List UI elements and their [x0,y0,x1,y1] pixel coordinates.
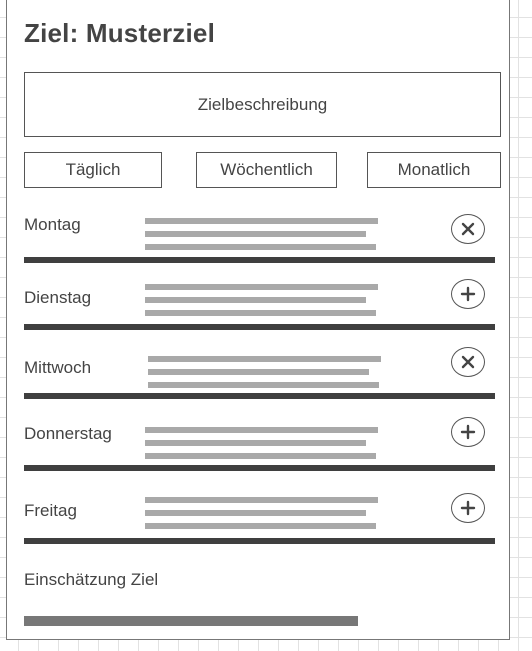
add-button[interactable] [451,417,485,447]
plus-icon [460,424,476,440]
goal-description-label: Zielbeschreibung [197,94,328,114]
day-label: Dienstag [24,288,92,307]
daily-button[interactable]: Täglich [24,152,162,188]
entry-text-placeholder [145,218,378,257]
day-label: Mittwoch [24,358,92,377]
entry-text-placeholder [145,497,378,536]
close-icon [461,222,475,236]
row-separator [24,538,495,544]
day-label: Donnerstag [24,424,112,443]
remove-button[interactable] [451,214,485,244]
monthly-button[interactable]: Monatlich [367,152,501,188]
close-icon [461,355,475,369]
plus-icon [460,500,476,516]
plus-icon [460,286,476,302]
row-separator [24,324,495,330]
row-separator [24,393,495,399]
row-separator [24,257,495,263]
entry-text-placeholder [145,427,378,466]
page-title: Ziel: Musterziel [24,18,216,48]
goal-panel: Ziel: Musterziel Zielbeschreibung Täglic… [6,0,510,640]
goal-rating-bar[interactable] [24,616,358,626]
add-button[interactable] [451,279,485,309]
add-button[interactable] [451,493,485,523]
entry-text-placeholder [148,356,381,395]
day-label: Freitag [24,501,77,520]
row-separator [24,465,495,471]
weekly-button[interactable]: Wöchentlich [196,152,337,188]
remove-button[interactable] [451,347,485,377]
day-label: Montag [24,215,81,234]
goal-rating-label: Einschätzung Ziel [24,570,159,589]
entry-text-placeholder [145,284,378,323]
goal-description-field[interactable]: Zielbeschreibung [24,72,501,137]
